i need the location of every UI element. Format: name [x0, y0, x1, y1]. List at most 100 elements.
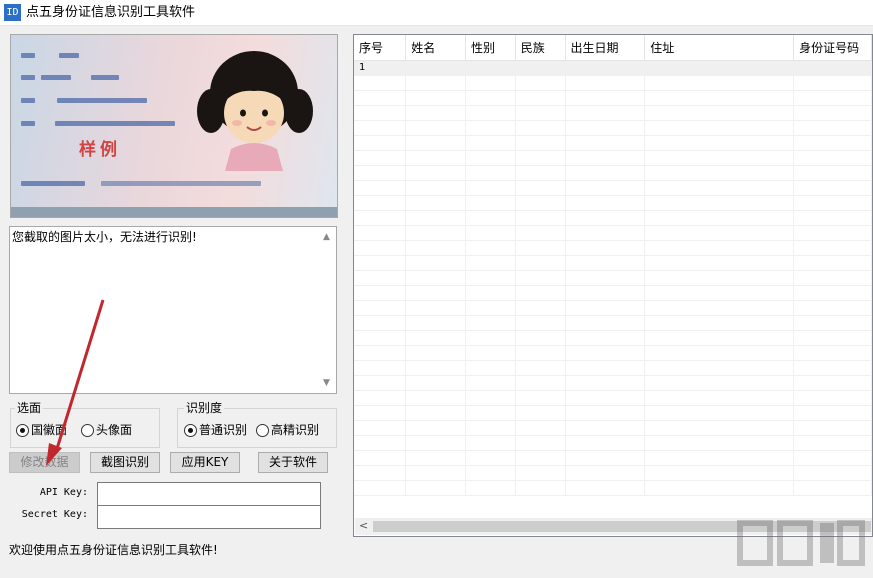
table-row[interactable] — [354, 75, 872, 91]
modify-data-button[interactable]: 修改数据 — [9, 452, 80, 473]
result-grid: 序号 姓名 性别 民族 出生日期 住址 身份证号码 1 — [354, 35, 872, 496]
table-cell — [465, 225, 516, 241]
table-cell — [565, 360, 646, 376]
table-row[interactable] — [354, 420, 872, 436]
table-row[interactable] — [354, 345, 872, 361]
table-cell — [644, 390, 795, 406]
table-cell — [515, 135, 566, 151]
horizontal-scrollbar[interactable]: < — [355, 518, 872, 535]
table-row[interactable] — [354, 480, 872, 496]
table-row[interactable] — [354, 180, 872, 196]
scroll-up-icon[interactable]: ▲ — [323, 232, 330, 242]
column-header[interactable]: 住址 — [644, 35, 795, 61]
table-row[interactable] — [354, 390, 872, 406]
table-cell — [644, 450, 795, 466]
radio-portrait-side[interactable]: 头像面 — [81, 423, 132, 437]
table-row[interactable] — [354, 465, 872, 481]
table-cell — [644, 360, 795, 376]
scroll-left-icon[interactable]: < — [359, 519, 368, 532]
column-header[interactable]: 性别 — [465, 35, 516, 61]
table-cell — [465, 135, 516, 151]
table-cell — [793, 315, 872, 331]
table-row[interactable] — [354, 270, 872, 286]
table-cell — [405, 165, 466, 181]
table-cell — [793, 210, 872, 226]
table-cell — [405, 255, 466, 271]
column-header[interactable]: 民族 — [515, 35, 566, 61]
scroll-down-icon[interactable]: ▼ — [323, 378, 330, 388]
table-cell — [354, 195, 407, 211]
table-row[interactable] — [354, 90, 872, 106]
table-row[interactable] — [354, 150, 872, 166]
table-cell — [405, 345, 466, 361]
scrollbar-thumb[interactable] — [373, 521, 871, 532]
table-cell — [565, 195, 646, 211]
table-cell — [515, 210, 566, 226]
table-row[interactable] — [354, 450, 872, 466]
column-header[interactable]: 姓名 — [405, 35, 466, 61]
table-cell — [354, 75, 407, 91]
table-row[interactable] — [354, 225, 872, 241]
result-table[interactable]: 序号 姓名 性别 民族 出生日期 住址 身份证号码 1 < — [353, 34, 873, 537]
column-header[interactable]: 身份证号码 — [793, 35, 872, 61]
table-row[interactable] — [354, 120, 872, 136]
about-software-button[interactable]: 关于软件 — [258, 452, 328, 473]
column-header[interactable]: 出生日期 — [565, 35, 646, 61]
radio-high-accuracy[interactable]: 高精识别 — [256, 423, 319, 437]
table-cell — [644, 225, 795, 241]
table-cell — [465, 315, 516, 331]
table-cell — [465, 480, 516, 496]
table-cell — [465, 120, 516, 136]
table-row[interactable] — [354, 405, 872, 421]
side-group-label: 选面 — [15, 401, 44, 415]
table-cell — [644, 180, 795, 196]
table-row[interactable] — [354, 435, 872, 451]
capture-recognize-button[interactable]: 截图识别 — [90, 452, 160, 473]
table-cell — [465, 165, 516, 181]
table-cell — [405, 135, 466, 151]
log-scrollbar[interactable]: ▲ ▼ — [321, 228, 335, 392]
table-row[interactable] — [354, 360, 872, 376]
table-cell — [793, 450, 872, 466]
table-cell — [515, 255, 566, 271]
table-row[interactable] — [354, 255, 872, 271]
table-cell — [644, 255, 795, 271]
table-cell — [515, 375, 566, 391]
table-cell — [465, 75, 516, 91]
table-cell — [354, 375, 407, 391]
table-row[interactable] — [354, 195, 872, 211]
table-cell — [793, 180, 872, 196]
table-cell — [465, 150, 516, 166]
secret-key-input[interactable] — [97, 505, 321, 529]
table-row[interactable] — [354, 135, 872, 151]
table-cell — [465, 180, 516, 196]
table-row[interactable] — [354, 375, 872, 391]
table-cell — [515, 450, 566, 466]
table-row[interactable] — [354, 285, 872, 301]
table-cell — [354, 210, 407, 226]
radio-normal-accuracy[interactable]: 普通识别 — [184, 423, 247, 437]
table-cell — [405, 240, 466, 256]
table-cell — [465, 255, 516, 271]
table-row[interactable] — [354, 210, 872, 226]
table-cell — [793, 135, 872, 151]
table-row[interactable] — [354, 240, 872, 256]
column-header[interactable]: 序号 — [354, 35, 407, 61]
table-row[interactable] — [354, 330, 872, 346]
message-log[interactable]: 您截取的图片太小，无法进行识别! ▲ ▼ — [9, 226, 337, 394]
table-cell — [405, 315, 466, 331]
table-row[interactable] — [354, 105, 872, 121]
api-key-input[interactable] — [97, 482, 321, 506]
table-row[interactable]: 1 — [354, 60, 872, 76]
table-cell — [644, 210, 795, 226]
table-cell — [354, 465, 407, 481]
table-cell — [565, 435, 646, 451]
table-row[interactable] — [354, 165, 872, 181]
table-row[interactable] — [354, 315, 872, 331]
radio-emblem-side[interactable]: 国徽面 — [16, 423, 67, 437]
table-cell — [793, 375, 872, 391]
apply-key-button[interactable]: 应用KEY — [170, 452, 240, 473]
table-cell — [354, 360, 407, 376]
table-cell — [354, 315, 407, 331]
table-row[interactable] — [354, 300, 872, 316]
